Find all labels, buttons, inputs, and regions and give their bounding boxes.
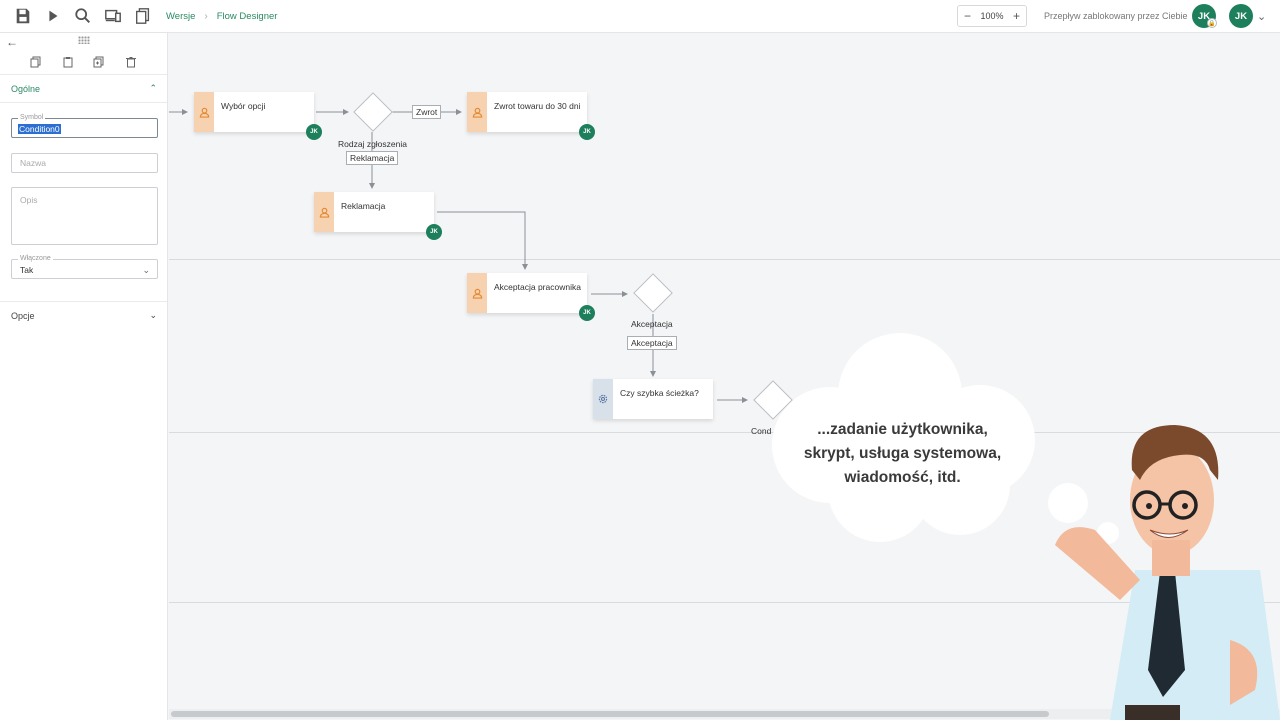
user-avatar[interactable]: JK — [1229, 4, 1253, 28]
description-field[interactable]: Opis — [11, 187, 158, 245]
enabled-value: Tak — [20, 265, 34, 275]
cloud-line: wiadomość, itd. — [844, 469, 961, 486]
task-zwrot-towaru[interactable]: Zwrot towaru do 30 dni JK — [467, 92, 595, 140]
horizontal-scrollbar[interactable] — [169, 709, 1280, 719]
breadcrumb-flow-designer[interactable]: Flow Designer — [217, 11, 278, 22]
gear-icon — [593, 379, 613, 419]
devices-icon[interactable] — [98, 1, 128, 31]
lock-status-text: Przepływ zablokowany przez Ciebie — [1044, 11, 1188, 21]
task-akceptacja-pracownika[interactable]: Akceptacja pracownika JK — [467, 273, 595, 321]
top-toolbar: Wersje › Flow Designer − 100% + Przepływ… — [0, 0, 1280, 33]
zoom-level: 100% — [980, 11, 1004, 21]
flow-edges — [169, 109, 748, 403]
panel-actions — [0, 49, 167, 75]
symbol-label: Symbol — [18, 114, 46, 121]
section-general-header[interactable]: Ogólne ⌃ — [0, 75, 167, 103]
zoom-out-button[interactable]: − — [964, 9, 971, 23]
gateway-label: Akceptacja — [631, 319, 673, 329]
user-task-icon — [467, 273, 487, 313]
user-task-icon — [314, 192, 334, 232]
chevron-down-icon: ⌄ — [142, 265, 150, 275]
section-options-title: Opcje — [11, 310, 35, 321]
copy-flow-icon[interactable] — [128, 1, 158, 31]
user-menu-chevron-icon[interactable]: ⌄ — [1257, 10, 1266, 23]
search-icon[interactable] — [68, 1, 98, 31]
edge-label-akceptacja[interactable]: Akceptacja — [627, 336, 677, 350]
task-czy-szybka-sciezka[interactable]: Czy szybka ścieżka? — [593, 379, 713, 419]
description-placeholder: Opis — [20, 195, 38, 205]
back-arrow-icon[interactable]: ← — [6, 35, 18, 49]
user-task-icon — [467, 92, 487, 132]
section-general-title: Ogólne — [11, 83, 41, 94]
task-name: Akceptacja pracownika — [494, 282, 581, 292]
user-task-icon — [194, 92, 214, 132]
section-options-header[interactable]: Opcje ⌄ — [0, 301, 167, 329]
breadcrumb: Wersje › Flow Designer — [166, 11, 277, 22]
assignee-avatar: JK — [306, 124, 322, 140]
copy-icon[interactable] — [29, 55, 43, 69]
breadcrumb-separator: › — [204, 10, 208, 22]
name-placeholder: Nazwa — [20, 158, 46, 168]
name-field[interactable]: Nazwa — [11, 153, 158, 173]
drag-handle-icon[interactable] — [78, 36, 90, 44]
scrollbar-thumb[interactable] — [171, 711, 1049, 717]
zoom-in-button[interactable]: + — [1013, 9, 1020, 23]
task-name: Wybór opcji — [221, 101, 266, 111]
task-name: Zwrot towaru do 30 dni — [494, 101, 581, 111]
enabled-label: Włączone — [18, 255, 53, 262]
enabled-select[interactable]: Włączone Tak ⌄ — [11, 255, 158, 279]
cloud-line: skrypt, usługa systemowa, — [803, 445, 1002, 462]
breadcrumb-versions[interactable]: Wersje — [166, 11, 195, 22]
chevron-up-icon: ⌃ — [149, 83, 157, 93]
delete-icon[interactable] — [124, 55, 138, 69]
play-icon[interactable] — [38, 1, 68, 31]
task-wybor-opcji[interactable]: Wybór opcji JK — [194, 92, 322, 140]
flow-canvas[interactable]: Wybór opcji JK Zwrot towaru do 30 dni JK… — [169, 33, 1280, 720]
zoom-control: − 100% + — [957, 5, 1027, 27]
assignee-avatar: JK — [426, 224, 442, 240]
assignee-avatar: JK — [579, 124, 595, 140]
lock-icon: 🔒 — [1207, 18, 1217, 28]
task-name: Czy szybka ścieżka? — [620, 388, 699, 398]
save-icon[interactable] — [8, 1, 38, 31]
chevron-down-icon: ⌄ — [149, 310, 157, 320]
assignee-avatar: JK — [579, 305, 595, 321]
cloud-line: ...zadanie użytkownika, — [817, 421, 988, 438]
duplicate-icon[interactable] — [92, 55, 106, 69]
gateway-label: Cond — [751, 426, 772, 436]
task-name: Reklamacja — [341, 201, 386, 211]
edge-label-reklamacja[interactable]: Reklamacja — [346, 151, 399, 165]
properties-panel: ← Ogólne ⌃ Symbol Condition0 Nazwa Opis … — [0, 33, 168, 720]
symbol-field[interactable]: Symbol Condition0 — [11, 114, 158, 138]
edge-label-zwrot[interactable]: Zwrot — [412, 105, 442, 119]
gateway-label: Rodzaj zgłoszenia — [338, 139, 407, 149]
paste-icon[interactable] — [61, 55, 75, 69]
task-reklamacja[interactable]: Reklamacja JK — [314, 192, 442, 240]
symbol-value: Condition0 — [18, 124, 61, 134]
cloud-text: ...zadanie użytkownika, skrypt, usługa s… — [790, 418, 1015, 490]
